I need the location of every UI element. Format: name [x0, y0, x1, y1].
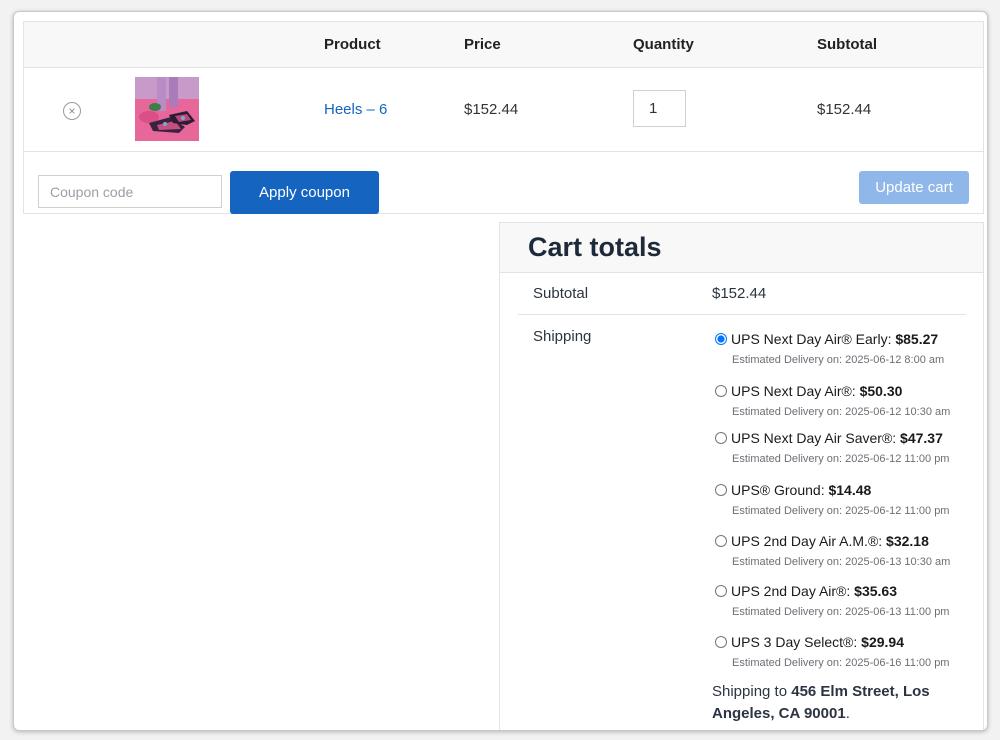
product-name-link[interactable]: Heels – 6 [324, 101, 387, 118]
totals-divider [518, 314, 966, 315]
shipping-option-radio[interactable] [715, 484, 727, 496]
estimated-delivery: Estimated Delivery on: 2025-06-13 10:30 … [732, 556, 951, 568]
shipping-option-price: $35.63 [854, 583, 897, 599]
shipping-option-label[interactable]: UPS Next Day Air®: [731, 383, 860, 399]
cart-totals-title: Cart totals [528, 232, 662, 262]
shipping-option[interactable]: UPS Next Day Air® Early: $85.27 Estimated… [712, 331, 972, 366]
shipping-option-price: $14.48 [828, 482, 872, 498]
update-cart-button[interactable]: Update cart [859, 171, 969, 204]
shipping-option[interactable]: UPS 2nd Day Air A.M.®: $32.18 Estimated D… [712, 533, 972, 568]
estimated-delivery: Estimated Delivery on: 2025-06-13 11:00 … [732, 606, 950, 618]
column-header-price: Price [464, 36, 501, 53]
shipping-option-price: $47.37 [900, 430, 943, 446]
shipping-option-line[interactable]: UPS Next Day Air®: $50.30 [712, 383, 972, 399]
shipping-option-line[interactable]: UPS 2nd Day Air®: $35.63 [712, 583, 972, 599]
coupon-code-input[interactable] [38, 175, 222, 208]
shipping-option-price: $29.94 [861, 634, 904, 650]
shipping-to-prefix: Shipping to [712, 683, 792, 700]
column-header-subtotal: Subtotal [817, 36, 877, 53]
page-frame: Product Price Quantity Subtotal × Heels … [13, 11, 988, 731]
shipping-option-radio[interactable] [715, 585, 727, 597]
column-header-quantity: Quantity [633, 36, 694, 53]
shipping-option-line[interactable]: UPS 3 Day Select®: $29.94 [712, 634, 972, 650]
shipping-option-label[interactable]: UPS 3 Day Select®: [731, 634, 861, 650]
shipping-option[interactable]: UPS 3 Day Select®: $29.94 Estimated Deliv… [712, 634, 972, 669]
cart-table-header: Product Price Quantity Subtotal [24, 22, 983, 68]
shipping-option[interactable]: UPS 2nd Day Air®: $35.63 Estimated Delive… [712, 583, 972, 618]
shipping-option[interactable]: UPS Next Day Air®: $50.30 Estimated Deliv… [712, 383, 972, 418]
shipping-option-radio[interactable] [715, 535, 727, 547]
estimated-delivery: Estimated Delivery on: 2025-06-12 8:00 a… [732, 354, 945, 366]
item-subtotal: $152.44 [817, 101, 872, 118]
product-thumbnail[interactable] [135, 77, 199, 141]
shipping-option-line[interactable]: UPS 2nd Day Air A.M.®: $32.18 [712, 533, 972, 549]
cart-item-row: × Heels – 6 $152.44 1 $152.44 [24, 68, 983, 152]
shipping-destination: Shipping to 456 Elm Street, Los Angeles,… [712, 681, 972, 725]
column-header-product: Product [324, 36, 381, 53]
apply-coupon-button[interactable]: Apply coupon [230, 171, 379, 214]
shipping-option-price: $85.27 [895, 331, 939, 347]
shipping-option[interactable]: UPS® Ground: $14.48 Estimated Delivery on… [712, 482, 972, 517]
shipping-option-radio[interactable] [715, 636, 727, 648]
subtotal-value: $152.44 [712, 285, 767, 302]
remove-item-icon[interactable]: × [63, 102, 81, 120]
quantity-input[interactable] [633, 90, 686, 127]
shipping-to-suffix: . [845, 705, 850, 722]
shipping-option-line[interactable]: UPS Next Day Air® Early: $85.27 [712, 331, 972, 347]
shipping-option-label[interactable]: UPS Next Day Air® Early: [731, 331, 895, 347]
heels-image [135, 77, 199, 141]
shipping-option-radio[interactable] [715, 333, 727, 345]
shipping-option-label[interactable]: UPS 2nd Day Air®: [731, 583, 854, 599]
shipping-option-price: $32.18 [886, 533, 929, 549]
shipping-option[interactable]: UPS Next Day Air Saver®: $47.37 Estimated… [712, 430, 972, 465]
estimated-delivery: Estimated Delivery on: 2025-06-12 10:30 … [732, 406, 951, 418]
shipping-option-price: $50.30 [859, 383, 903, 399]
cart-totals: Cart totals Subtotal $152.44 Shipping UP… [499, 222, 984, 730]
item-price: $152.44 [464, 101, 519, 118]
subtotal-label: Subtotal [533, 285, 589, 302]
shipping-option-line[interactable]: UPS Next Day Air Saver®: $47.37 [712, 430, 972, 446]
cart-totals-header: Cart totals [500, 223, 983, 273]
cart-table: Product Price Quantity Subtotal × Heels … [23, 21, 984, 214]
estimated-delivery: Estimated Delivery on: 2025-06-16 11:00 … [732, 657, 950, 669]
shipping-option-label[interactable]: UPS Next Day Air Saver®: [731, 430, 900, 446]
shipping-option-radio[interactable] [715, 385, 727, 397]
shipping-label: Shipping [533, 328, 592, 345]
estimated-delivery: Estimated Delivery on: 2025-06-12 11:00 … [732, 453, 950, 465]
shipping-option-label[interactable]: UPS® Ground: [731, 482, 828, 498]
shipping-option-line[interactable]: UPS® Ground: $14.48 [712, 482, 972, 498]
estimated-delivery: Estimated Delivery on: 2025-06-12 11:00 … [732, 505, 950, 517]
shipping-option-label[interactable]: UPS 2nd Day Air A.M.®: [731, 533, 886, 549]
shipping-option-radio[interactable] [715, 432, 727, 444]
